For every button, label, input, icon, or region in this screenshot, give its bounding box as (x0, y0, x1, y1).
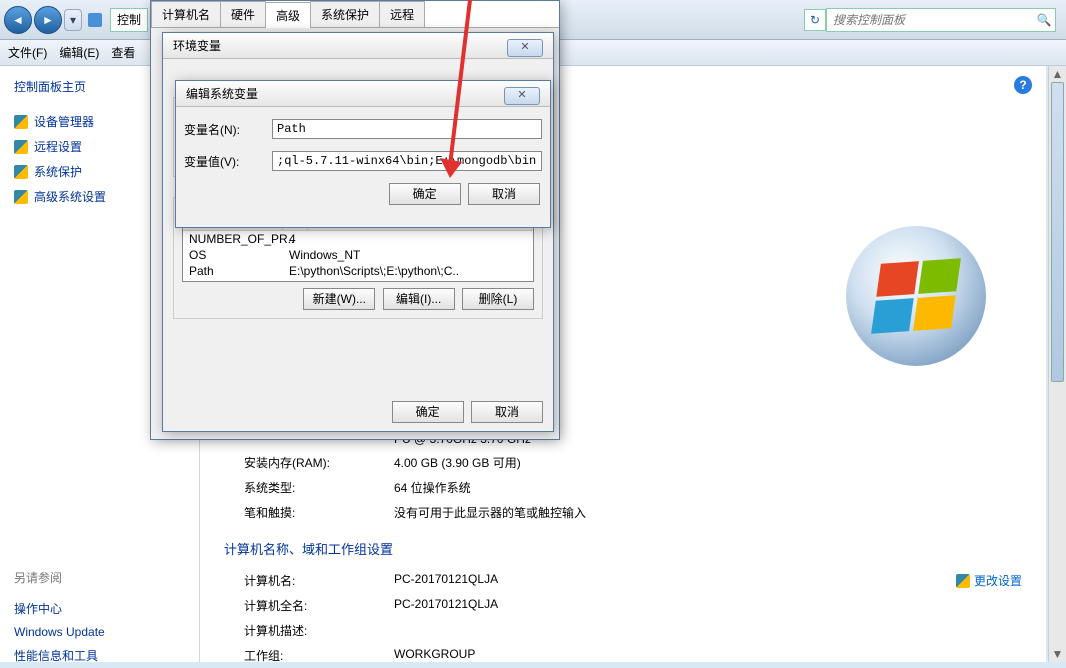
nav-history-button[interactable]: ▾ (64, 9, 82, 31)
sidebar-link-label: 设备管理器 (34, 113, 94, 130)
shield-icon (956, 574, 970, 588)
dialog-title: 编辑系统变量 ✕ (176, 81, 550, 107)
workgroup-label: 工作组: (244, 647, 394, 662)
computer-name-value: PC-20170121QLJA (394, 572, 956, 589)
var-value-label: 变量值(V): (184, 153, 272, 170)
scroll-thumb[interactable] (1051, 82, 1064, 382)
list-item[interactable]: NUMBER_OF_PR..4 (183, 231, 533, 247)
search-input-container: 🔍 (826, 8, 1056, 32)
tab-computer-name[interactable]: 计算机名 (151, 1, 221, 27)
search-input[interactable] (827, 13, 1033, 27)
tab-remote[interactable]: 远程 (379, 1, 425, 27)
search-icon[interactable]: 🔍 (1033, 13, 1055, 27)
nav-up-icon[interactable] (86, 11, 104, 29)
computer-name-label: 计算机名: (244, 572, 394, 589)
tab-hardware[interactable]: 硬件 (220, 1, 266, 27)
sidebar-action-center[interactable]: 操作中心 (14, 596, 185, 621)
desc-value (394, 622, 1022, 639)
sidebar-windows-update[interactable]: Windows Update (14, 621, 185, 643)
list-item[interactable]: PATHEXT.COM;.EXE;.BAT;.CMD;.VBS;.VBE;.. (183, 279, 533, 282)
tab-advanced[interactable]: 高级 (265, 2, 311, 28)
close-button[interactable]: ✕ (504, 87, 540, 105)
list-item[interactable]: PathE:\python\Scripts\;E:\python\;C.. (183, 263, 533, 279)
systype-label: 系统类型: (244, 479, 394, 496)
shield-icon (14, 115, 28, 129)
delete-button[interactable]: 删除(L) (462, 288, 534, 310)
new-button[interactable]: 新建(W)... (303, 288, 375, 310)
windows-logo (846, 226, 986, 366)
tab-protection[interactable]: 系统保护 (310, 1, 380, 27)
pen-value: 没有可用于此显示器的笔或触控输入 (394, 504, 1022, 521)
change-settings-link[interactable]: 更改设置 (956, 572, 1022, 589)
menu-file[interactable]: 文件(F) (8, 44, 47, 61)
list-item[interactable]: OSWindows_NT (183, 247, 533, 263)
sidebar-see-also: 另请参阅 (14, 569, 185, 586)
ok-button[interactable]: 确定 (389, 183, 461, 205)
refresh-button[interactable]: ↻ (804, 9, 826, 31)
menu-edit[interactable]: 编辑(E) (59, 44, 99, 61)
edit-button[interactable]: 编辑(I)... (383, 288, 455, 310)
nav-back-button[interactable]: ◄ (4, 6, 32, 34)
full-name-value: PC-20170121QLJA (394, 597, 1022, 614)
pen-label: 笔和触摸: (244, 504, 394, 521)
edit-variable-dialog: 编辑系统变量 ✕ 变量名(N): 变量值(V): 确定 取消 (175, 80, 551, 228)
breadcrumb[interactable]: 控制 (110, 8, 148, 32)
ok-button[interactable]: 确定 (392, 401, 464, 423)
var-value-input[interactable] (272, 151, 542, 171)
cancel-button[interactable]: 取消 (468, 183, 540, 205)
sidebar-perf-info[interactable]: 性能信息和工具 (14, 643, 185, 668)
close-button[interactable]: ✕ (507, 39, 543, 57)
systype-value: 64 位操作系统 (394, 479, 1022, 496)
sidebar-link-label: 高级系统设置 (34, 188, 106, 205)
computer-name-section: 计算机名称、域和工作组设置 (224, 539, 1022, 558)
full-name-label: 计算机全名: (244, 597, 394, 614)
scroll-up-arrow[interactable]: ▲ (1049, 66, 1066, 82)
menu-view[interactable]: 查看 (111, 44, 135, 61)
sidebar-link-label: 系统保护 (34, 163, 82, 180)
tabstrip: 计算机名 硬件 高级 系统保护 远程 (151, 1, 559, 28)
sidebar-link-label: 远程设置 (34, 138, 82, 155)
breadcrumb-item[interactable]: 控制 (115, 11, 143, 28)
shield-icon (14, 165, 28, 179)
cancel-button[interactable]: 取消 (471, 401, 543, 423)
ram-label: 安装内存(RAM): (244, 454, 394, 471)
var-name-input[interactable] (272, 119, 542, 139)
shield-icon (14, 140, 28, 154)
shield-icon (14, 190, 28, 204)
help-icon[interactable]: ? (1014, 76, 1032, 94)
desc-label: 计算机描述: (244, 622, 394, 639)
var-name-label: 变量名(N): (184, 121, 272, 138)
nav-forward-button[interactable]: ► (34, 6, 62, 34)
vertical-scrollbar[interactable]: ▲ ▼ (1048, 66, 1066, 662)
ram-value: 4.00 GB (3.90 GB 可用) (394, 454, 1022, 471)
workgroup-value: WORKGROUP (394, 647, 1022, 662)
scroll-down-arrow[interactable]: ▼ (1049, 646, 1066, 662)
dialog-title: 环境变量 ✕ (163, 33, 553, 59)
